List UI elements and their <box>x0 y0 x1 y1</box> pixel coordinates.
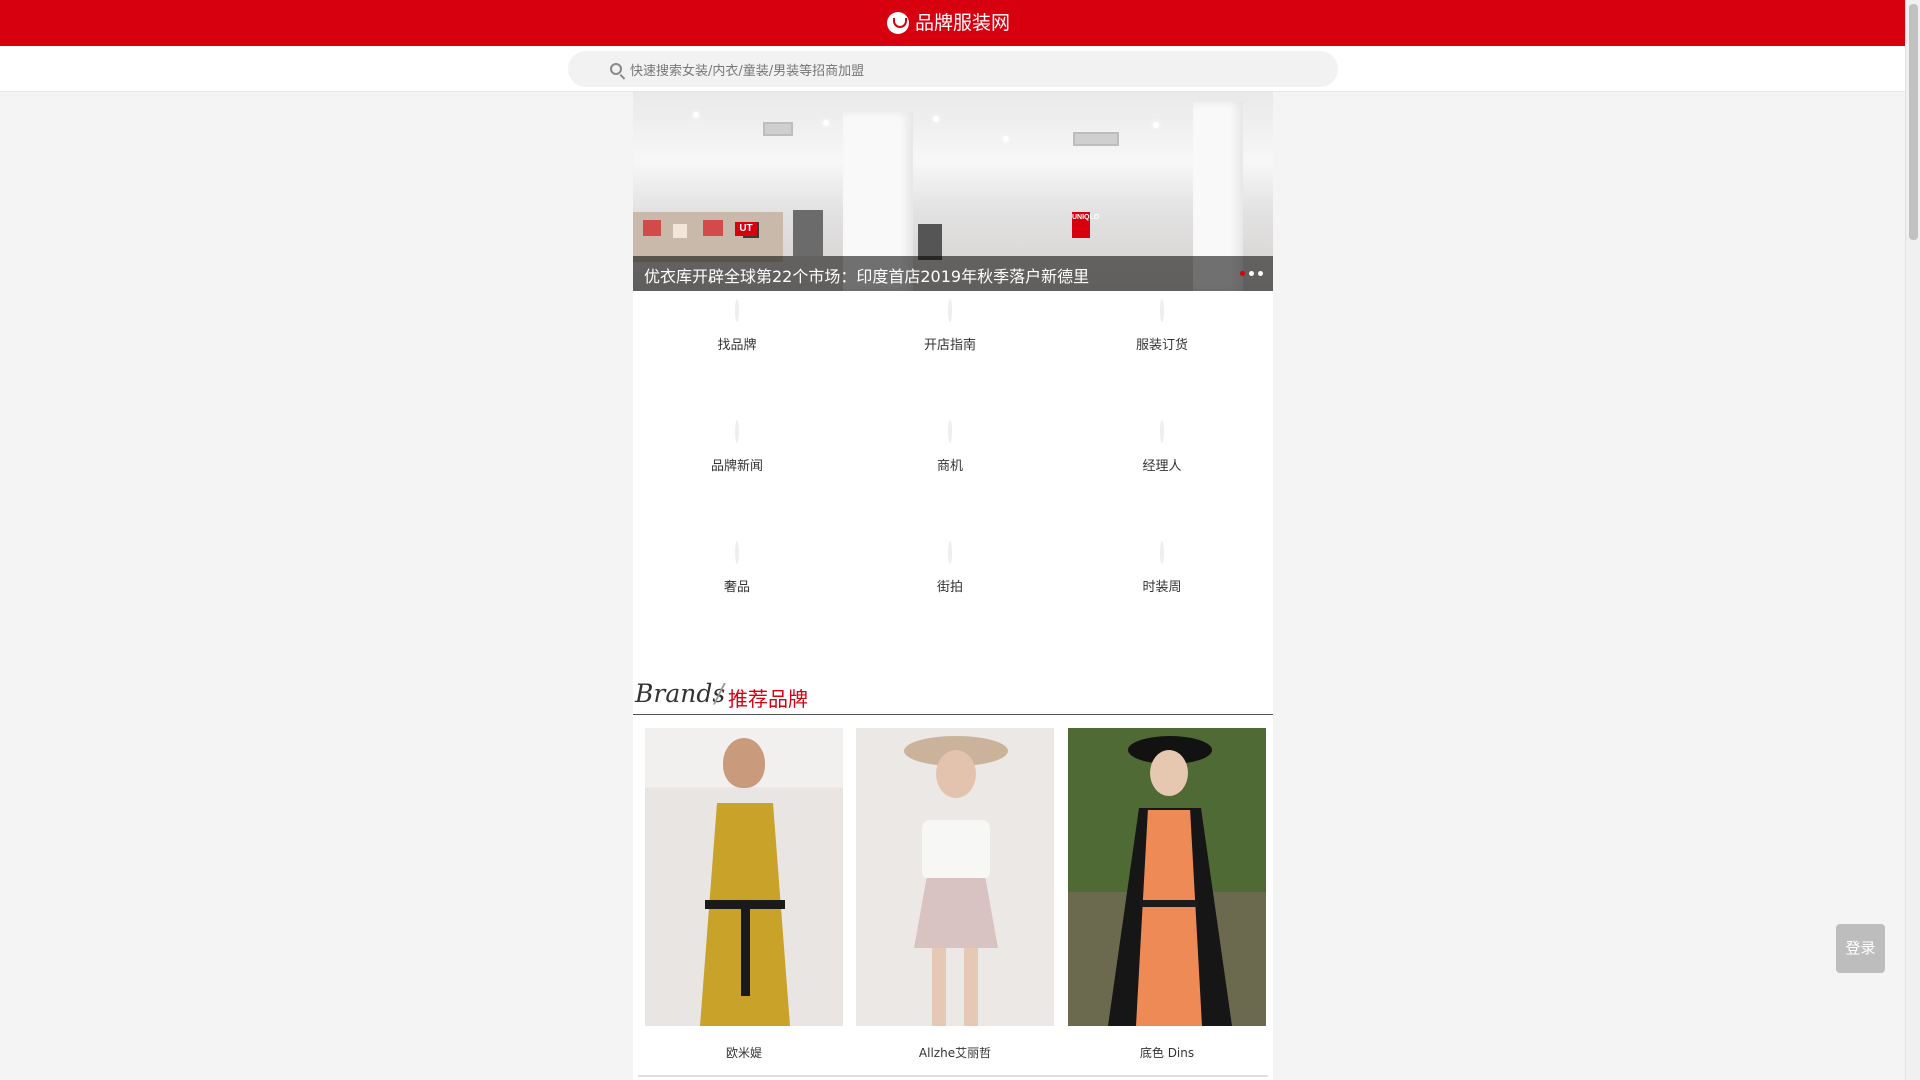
brands-title-divider: / <box>715 679 724 709</box>
model-head <box>936 750 976 798</box>
ceiling-light <box>1153 122 1159 128</box>
brand-name: 欧米媞 <box>725 1046 762 1060</box>
ceiling-vent <box>1073 132 1119 146</box>
ut-store-sign: UT <box>735 222 757 236</box>
brand-photo <box>645 728 843 1026</box>
category-label: 经理人 <box>1142 459 1182 474</box>
brand-photo <box>1068 728 1266 1026</box>
site-name: 品牌服装网 <box>915 12 1011 34</box>
brand-card[interactable]: 底色 Dins <box>1068 728 1266 1061</box>
ceiling-light <box>693 112 699 118</box>
luxury-icon <box>735 541 739 564</box>
carousel-dot[interactable] <box>1258 271 1263 276</box>
category-luxury[interactable]: 奢品 <box>677 541 797 643</box>
search-area: 快速搜索女装/内衣/童装/男装等招商加盟 <box>0 46 1905 92</box>
category-label: 找品牌 <box>717 338 757 353</box>
order-fair-icon <box>1160 299 1164 322</box>
ceiling-light <box>1003 136 1009 142</box>
logo-icon <box>887 12 909 34</box>
carousel-dot[interactable] <box>1249 271 1254 276</box>
ceiling-vent <box>763 122 793 136</box>
brand-collage-icon <box>735 299 739 322</box>
store-poster <box>793 210 823 256</box>
leg <box>932 948 946 1026</box>
brand-photo <box>856 728 1054 1026</box>
model-head <box>723 738 765 788</box>
shelf-item <box>643 220 661 236</box>
pink-skirt <box>914 878 998 948</box>
brand-card[interactable]: 欧米媞 <box>645 728 843 1061</box>
shelf-item <box>673 224 687 238</box>
leg <box>964 948 978 1026</box>
category-managers[interactable]: 经理人 <box>1102 420 1222 522</box>
model-head <box>1150 750 1188 796</box>
banner-caption[interactable]: 优衣库开辟全球第22个市场：印度首店2019年秋季落户新德里 <box>644 263 1089 287</box>
brand-name: 底色 Dins <box>1139 1046 1195 1060</box>
belt-tie <box>741 906 750 996</box>
category-label: 街拍 <box>936 580 963 595</box>
camera-icon <box>735 420 739 443</box>
category-brand-news[interactable]: 品牌新闻 <box>677 420 797 522</box>
login-button[interactable]: 登录 <box>1836 924 1885 973</box>
category-label: 服装订货 <box>1135 338 1188 353</box>
ceiling-light <box>933 116 939 122</box>
brands-section-header: Brands / 推荐品牌 <box>633 675 1273 715</box>
banner-caption-bar: 优衣库开辟全球第22个市场：印度首店2019年秋季落户新德里 <box>633 256 1273 291</box>
brand-name: Allzhe艾丽哲 <box>918 1046 992 1060</box>
dress-belt <box>1140 900 1198 907</box>
section-divider <box>638 1075 1268 1077</box>
page-scrollbar[interactable] <box>1905 0 1920 1080</box>
category-label: 开店指南 <box>923 338 976 353</box>
brands-title-cn: 推荐品牌 <box>728 687 808 711</box>
category-label: 商机 <box>936 459 963 474</box>
street-snap-icon <box>948 541 952 564</box>
dollar-icon <box>948 420 952 443</box>
category-find-brand[interactable]: 找品牌 <box>677 299 797 401</box>
handshake-icon <box>948 299 952 322</box>
main-content: UT UNIQLO 优衣库开辟全球第22个市场：印度首店2019年秋季落户新德里… <box>633 92 1273 1080</box>
brands-title-en: Brands <box>635 679 726 708</box>
escalator <box>918 224 942 260</box>
uniqlo-store-sign: UNIQLO <box>1072 212 1099 238</box>
category-street-snap[interactable]: 街拍 <box>890 541 1010 643</box>
site-logo[interactable]: 品牌服装网 <box>887 9 1010 37</box>
category-label: 时装周 <box>1142 580 1182 595</box>
top-header-bar: 品牌服装网 <box>0 0 1905 46</box>
carousel-dot[interactable] <box>1240 271 1245 276</box>
category-label: 品牌新闻 <box>710 459 763 474</box>
search-icon <box>610 63 622 75</box>
ceiling-light <box>823 120 829 126</box>
carousel-dots <box>1240 271 1263 276</box>
scrollbar-thumb[interactable] <box>1909 4 1918 240</box>
white-top <box>922 820 990 880</box>
category-ordering[interactable]: 服装订货 <box>1102 299 1222 401</box>
fashion-week-icon <box>1160 541 1164 564</box>
search-input[interactable]: 快速搜索女装/内衣/童装/男装等招商加盟 <box>568 51 1338 87</box>
shelf-item <box>703 220 723 236</box>
brand-card[interactable]: Allzhe艾丽哲 <box>856 728 1054 1061</box>
managers-icon <box>1160 420 1164 443</box>
search-placeholder: 快速搜索女装/内衣/童装/男装等招商加盟 <box>630 63 865 79</box>
category-fashion-week[interactable]: 时装周 <box>1102 541 1222 643</box>
category-opportunity[interactable]: 商机 <box>890 420 1010 522</box>
banner-carousel[interactable]: UT UNIQLO 优衣库开辟全球第22个市场：印度首店2019年秋季落户新德里 <box>633 92 1273 291</box>
category-label: 奢品 <box>723 580 750 595</box>
category-store-guide[interactable]: 开店指南 <box>890 299 1010 401</box>
